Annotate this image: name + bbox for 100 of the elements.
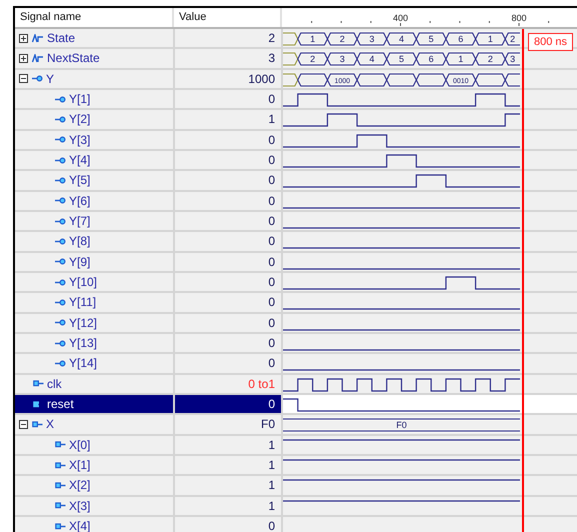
signal-value: 1	[268, 458, 275, 472]
bus-value: 2	[510, 34, 516, 44]
tick-mark	[340, 21, 342, 23]
signal-value: 0	[268, 92, 275, 106]
output-port-icon	[55, 96, 66, 103]
output-port-icon	[55, 258, 66, 266]
bus-segment	[386, 73, 417, 86]
signal-row[interactable]: X[1] 1	[15, 456, 577, 476]
column-header[interactable]: Signal name	[15, 8, 174, 27]
output-port-icon	[55, 360, 66, 367]
output-port-icon	[55, 156, 66, 164]
signal-name: X[0]	[69, 438, 90, 452]
signal-row[interactable]: Y[1] 0	[15, 90, 577, 110]
signal-row[interactable]: Y[8] 0	[15, 232, 577, 253]
signal-row[interactable]: Y[12] 0	[15, 314, 577, 334]
bus-segment	[386, 32, 417, 46]
signal-row[interactable]: Y[3] 0	[15, 130, 577, 151]
tick-label: 800	[511, 13, 527, 26]
signal-value: 0	[268, 132, 275, 147]
signal-value: 3	[268, 51, 275, 66]
signal-row[interactable]: Y[2] 1	[15, 110, 577, 131]
tick-mark	[459, 21, 460, 23]
input-port-icon	[55, 462, 66, 469]
bus-value: 1	[488, 34, 493, 44]
output-port-icon	[55, 136, 66, 144]
input-port-icon	[55, 522, 66, 530]
signal-value: 0	[268, 254, 275, 269]
signal-name: X	[46, 417, 54, 432]
signal-name: Y[7]	[69, 214, 90, 228]
bus-segment	[416, 52, 447, 66]
signal-name: Y[4]	[69, 153, 90, 168]
bus-value: 2	[310, 54, 316, 64]
signal-value: 0	[268, 397, 275, 412]
signal-name: Y[2]	[69, 112, 90, 126]
bus-value: 2	[340, 34, 345, 44]
signal-value: 0	[268, 194, 275, 208]
cursor-time: 800 ns	[528, 33, 574, 51]
signal-row[interactable]: Y[4] 0	[15, 150, 577, 172]
signal-row[interactable]: Y[14] 0	[15, 354, 577, 375]
bus-value: 6	[428, 54, 434, 64]
signal-value: 0	[268, 519, 275, 532]
signal-value: 1	[268, 112, 275, 126]
signal-row[interactable]: Y[6] 0	[15, 192, 577, 212]
signal-row[interactable]: Y[7] 0	[15, 212, 577, 232]
input-port-icon	[32, 420, 43, 428]
bus-value: 4	[369, 54, 374, 64]
signal-value: 1000	[248, 72, 275, 86]
signal-value: F0	[260, 417, 275, 432]
bus-segment	[386, 52, 417, 66]
signal-row[interactable]: X F0 F0	[15, 415, 577, 436]
signal-row[interactable]: X[0] 1	[15, 436, 577, 456]
signal-row[interactable]: X[2] 1	[15, 476, 577, 497]
signal-name: Y[13]	[69, 336, 98, 350]
bus-segment	[326, 73, 358, 86]
signal-value: 0	[268, 356, 275, 370]
expand-toggle[interactable]	[19, 420, 28, 429]
tick-mark	[548, 21, 550, 23]
signal-name: X[1]	[69, 458, 90, 472]
signal-value: 1	[268, 498, 275, 513]
bus-segment	[356, 73, 388, 86]
signal-value: 1	[268, 478, 275, 492]
signal-name: X[2]	[69, 478, 90, 492]
signal-row[interactable]: reset 0	[15, 394, 577, 416]
signal-row[interactable]: Y[11] 0	[15, 293, 577, 314]
signal-name: Y[8]	[69, 234, 90, 248]
signal-value: 2	[268, 31, 275, 46]
signal-value: 0	[268, 173, 275, 188]
column-header[interactable]: Value	[174, 8, 282, 27]
output-port-icon	[55, 116, 66, 123]
bus-segment	[326, 52, 358, 66]
expand-toggle[interactable]	[19, 34, 28, 43]
signal-row[interactable]: Y[13] 0	[15, 334, 577, 354]
bus-value: 1	[310, 34, 316, 44]
output-port-icon	[32, 75, 43, 82]
signal-value: 0	[268, 275, 275, 290]
signal-row[interactable]: X[3] 1	[15, 496, 577, 517]
signal-name: Y[3]	[69, 132, 90, 147]
bus-value: 3	[369, 34, 374, 44]
expand-toggle[interactable]	[19, 74, 28, 84]
bus-segment	[445, 73, 476, 86]
signal-row[interactable]: Y[10] 0	[15, 272, 577, 294]
signal-name: Y	[46, 72, 54, 86]
bus-value: 5	[399, 54, 404, 64]
input-port-icon	[33, 380, 44, 388]
signal-name: Y[14]	[69, 356, 98, 370]
signal-icon	[32, 34, 44, 43]
expand-toggle[interactable]	[19, 54, 28, 63]
bus-segment	[356, 32, 388, 46]
signal-icon	[32, 54, 44, 63]
bus-segment	[445, 32, 476, 46]
signal-name: Y[9]	[69, 254, 90, 269]
input-port-icon	[55, 502, 66, 510]
output-port-icon	[55, 319, 66, 326]
signal-row[interactable]: Y[9] 0	[15, 252, 577, 273]
signal-row[interactable]: NextState 3 2 3 4 5 6 1 2 3	[15, 49, 577, 70]
signal-row[interactable]: Y[5] 0	[15, 171, 577, 192]
bus-value: 3	[340, 54, 345, 64]
signal-name: Y[10]	[69, 275, 98, 290]
bus-value: 3	[510, 54, 516, 64]
signal-name: Y[11]	[69, 295, 96, 310]
